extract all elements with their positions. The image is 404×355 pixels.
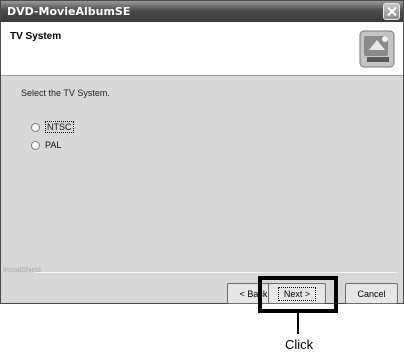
instruction-text: Select the TV System. — [21, 88, 110, 98]
dialog-body: Select the TV System. NTSC PAL — [1, 77, 403, 267]
dialog-header: TV System — [1, 22, 403, 76]
setup-dialog: DVD-MovieAlbumSE TV System Select the TV… — [0, 0, 404, 304]
next-highlight-box — [258, 276, 338, 313]
radio-button[interactable] — [31, 140, 40, 150]
callout-label: Click — [285, 337, 314, 352]
window-title: DVD-MovieAlbumSE — [7, 5, 131, 18]
radio-ntsc[interactable]: NTSC — [31, 120, 74, 134]
radio-pal[interactable]: PAL — [31, 138, 61, 152]
callout-line — [297, 313, 299, 334]
radio-label-pal[interactable]: PAL — [45, 140, 61, 150]
cancel-button[interactable]: Cancel — [345, 283, 398, 304]
footer-divider — [35, 272, 397, 273]
setup-icon — [359, 30, 395, 68]
radio-label-ntsc[interactable]: NTSC — [45, 121, 74, 133]
close-icon[interactable] — [383, 3, 400, 20]
title-bar: DVD-MovieAlbumSE — [1, 1, 403, 22]
radio-button[interactable] — [31, 122, 40, 132]
page-title: TV System — [10, 31, 62, 42]
